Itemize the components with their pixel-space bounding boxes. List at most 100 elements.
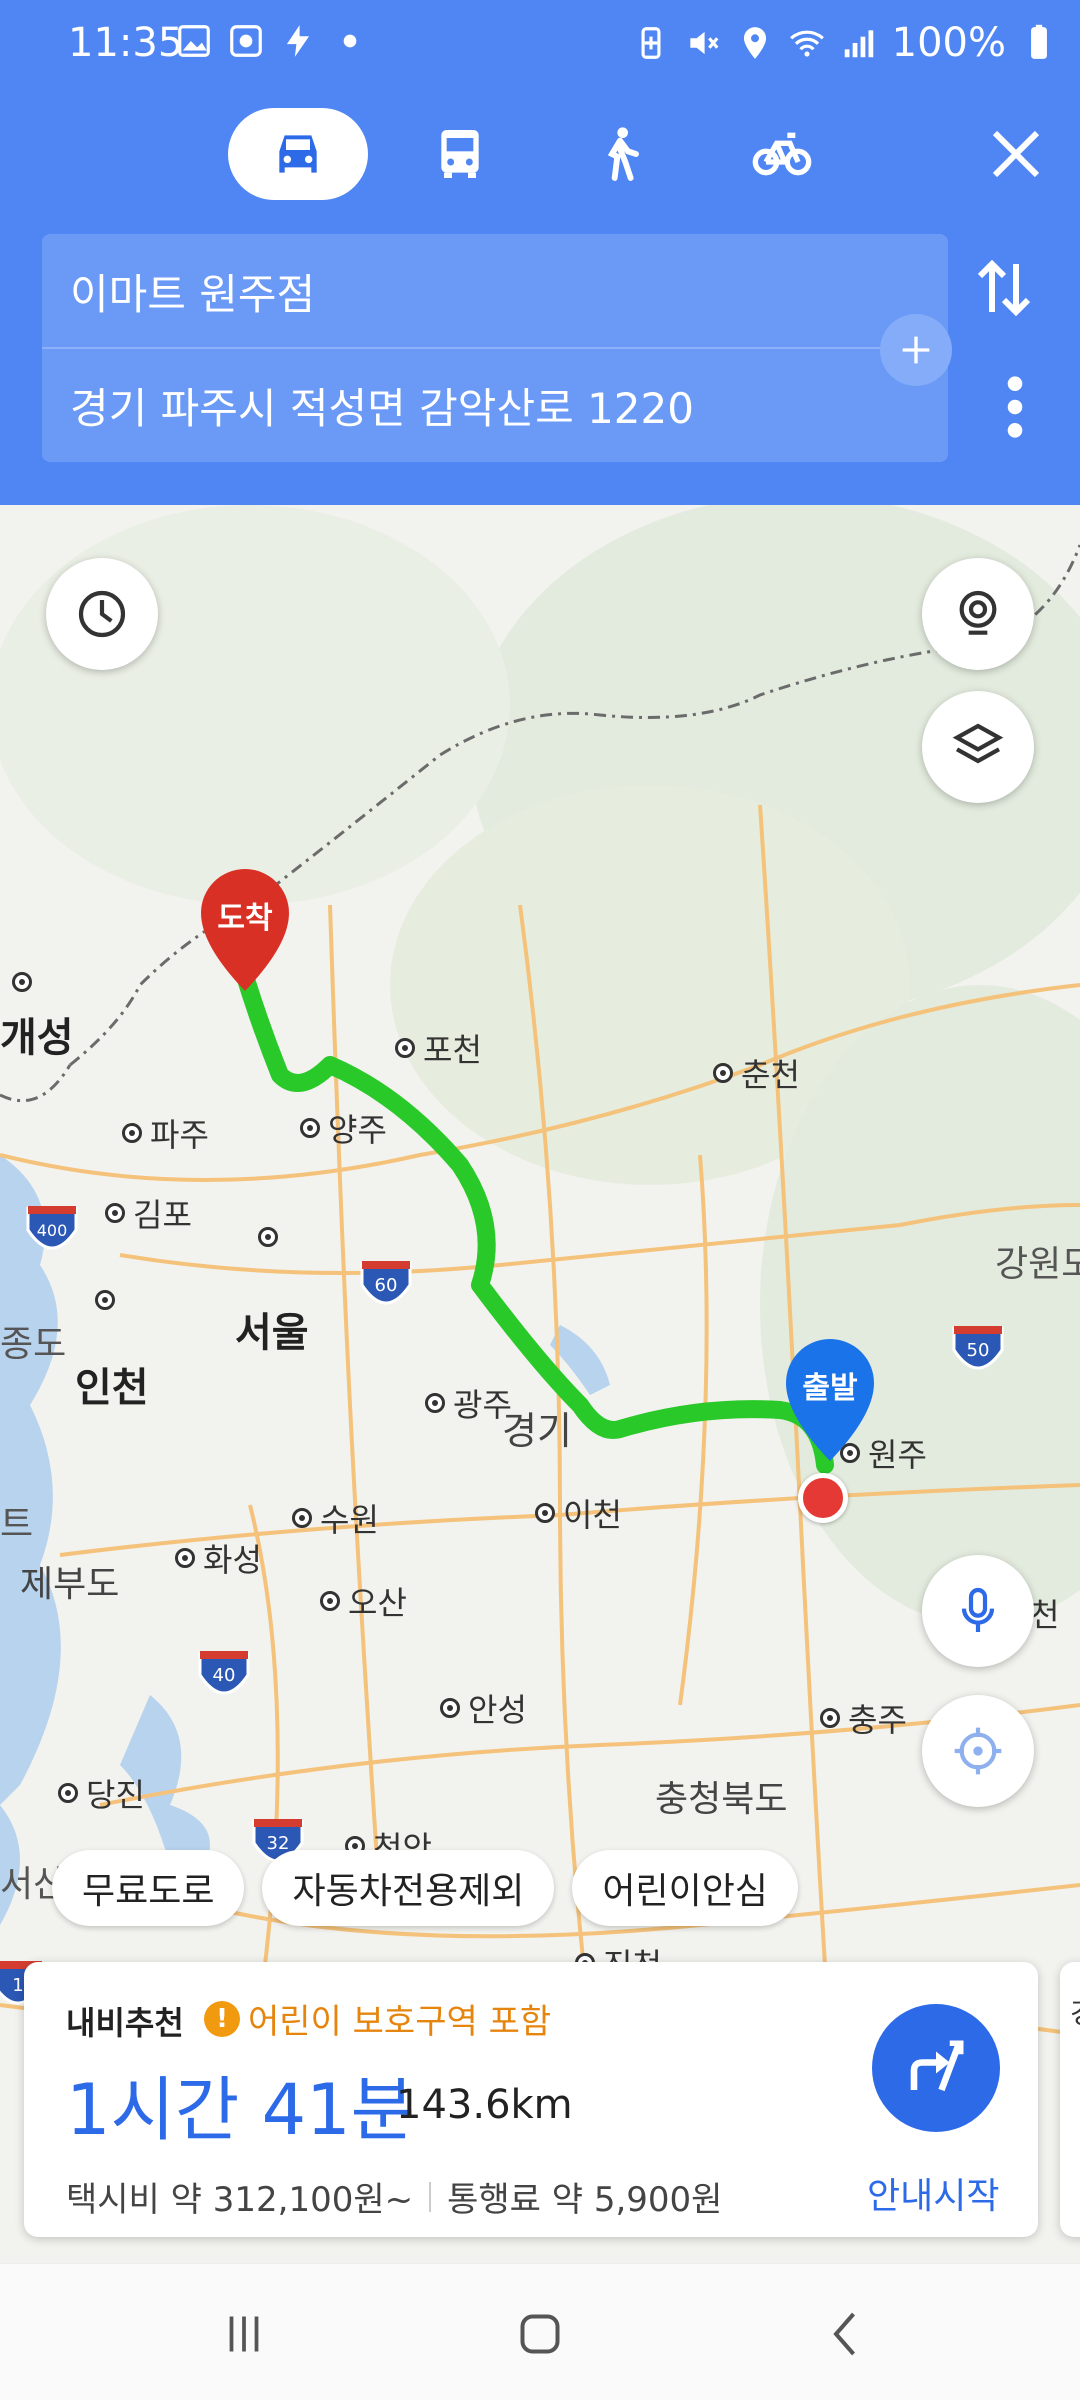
battery-saver-icon <box>641 27 661 59</box>
destination-text: 경기 파주시 적성면 감악산로 1220 <box>70 383 694 433</box>
warning-text: 어린이 보호구역 포함 <box>248 2002 552 2042</box>
route-distance: 143.6km <box>396 2082 573 2128</box>
layers-button[interactable] <box>922 691 1034 803</box>
mode-walk-button[interactable] <box>550 108 690 200</box>
bus-icon <box>441 130 479 178</box>
mode-car-button[interactable] <box>228 108 368 200</box>
place-anseong: 안성 <box>440 1685 527 1731</box>
wifi-icon <box>789 30 824 57</box>
voice-button[interactable] <box>922 1555 1034 1667</box>
place-suwon: 수원 <box>292 1495 379 1541</box>
place-seoul-dot <box>258 1227 278 1247</box>
place-gangwon: 강원도 <box>995 1244 1080 1285</box>
svg-text:400: 400 <box>37 1221 68 1240</box>
back-icon[interactable] <box>816 2304 876 2364</box>
clock-icon <box>78 590 126 638</box>
more-options-icon[interactable] <box>1000 372 1030 442</box>
chip-toll-free[interactable]: 무료도로 <box>52 1850 245 1926</box>
place-gwangju: 광주 <box>425 1380 512 1426</box>
svg-text:1: 1 <box>12 1975 23 1996</box>
locate-button[interactable] <box>922 1695 1034 1807</box>
place-jebudo: 제부도 <box>20 1564 120 1605</box>
recents-icon[interactable] <box>214 2304 274 2364</box>
place-edge-east: 트 <box>0 1504 34 1545</box>
place-dangjin: 당진 <box>58 1770 145 1816</box>
car-icon <box>279 135 317 173</box>
place-pocheon: 포천 <box>395 1025 482 1071</box>
start-navigation-label[interactable]: 안내시작 <box>867 2167 999 2219</box>
system-nav-bar <box>0 2263 1080 2400</box>
toll-fee: 통행료 약 5,900원 <box>447 2180 723 2220</box>
route-summary-card[interactable]: 내비추천 ! 어린이 보호구역 포함 1시간 41분 143.6km 택시비 약… <box>24 1962 1038 2237</box>
photo-icon <box>230 25 262 57</box>
chip-child-safe[interactable]: 어린이안심 <box>572 1850 798 1926</box>
end-pin-label: 도착 <box>217 901 273 936</box>
recent-button[interactable] <box>46 558 158 670</box>
destination-field[interactable]: 경기 파주시 적성면 감악산로 1220 <box>70 348 694 462</box>
highway-shield-60: 60 <box>360 1261 412 1305</box>
place-incheon-dot <box>95 1290 115 1310</box>
route-header: 11:35 100% 이마트 원주점 경기 파주시 적성면 감악산로 1220 <box>0 0 1080 505</box>
place-kaesong: 개성 <box>0 1015 74 1061</box>
route-option-chips: 무료도로 자동차전용제외 어린이안심 <box>52 1850 798 1926</box>
camera-icon <box>959 590 997 635</box>
bolt-icon <box>286 25 310 57</box>
svg-text:60: 60 <box>375 1275 398 1296</box>
start-pin-label: 출발 <box>802 1371 858 1406</box>
route-duration: 1시간 41분 <box>66 2069 416 2151</box>
svg-text:40: 40 <box>213 1665 236 1686</box>
origin-text: 이마트 원주점 <box>70 269 316 319</box>
status-left-icons <box>175 22 369 60</box>
mode-bus-button[interactable] <box>390 108 530 200</box>
layers-icon <box>952 723 1004 764</box>
close-icon[interactable] <box>980 118 1052 190</box>
place-jecheon: 천 <box>1030 1596 1060 1634</box>
place-gyeonggi: 경기 <box>502 1409 572 1453</box>
gallery-icon <box>178 25 210 57</box>
plus-icon <box>902 336 930 364</box>
current-location-dot <box>798 1473 848 1523</box>
add-stop-button[interactable] <box>880 314 952 386</box>
place-dot-kaesong <box>12 972 32 992</box>
navigation-turn-icon <box>910 2040 964 2092</box>
highway-shield-400: 400 <box>26 1206 78 1250</box>
highway-shield-40: 40 <box>198 1651 250 1695</box>
place-incheon: 인천 <box>75 1365 149 1411</box>
place-icheon: 이천 <box>535 1490 622 1536</box>
battery-percent: 100% <box>891 20 1006 66</box>
status-right: 100% <box>632 20 1058 66</box>
transport-modes <box>0 108 1080 200</box>
battery-icon <box>1031 24 1047 59</box>
home-icon[interactable] <box>510 2304 570 2364</box>
end-pin[interactable]: 도착 <box>195 865 295 995</box>
dot-icon <box>343 34 357 48</box>
signal-icon <box>844 30 873 58</box>
route-input-box: 이마트 원주점 경기 파주시 적성면 감악산로 1220 <box>42 234 952 462</box>
origin-field[interactable]: 이마트 원주점 <box>70 234 315 348</box>
crosshair-icon <box>954 1727 1002 1775</box>
place-yangju: 양주 <box>300 1105 387 1151</box>
status-time: 11:35 <box>68 20 184 66</box>
swap-icon[interactable] <box>968 252 1040 324</box>
taxi-fare: 택시비 약 312,100원~ <box>66 2180 414 2220</box>
place-chungbuk: 충청북도 <box>655 1779 788 1820</box>
place-jongdo: 종도 <box>0 1324 67 1365</box>
next-route-card[interactable]: 경 <box>1060 1962 1080 2237</box>
cctv-button[interactable] <box>922 558 1034 670</box>
place-chungju: 충주 <box>820 1695 907 1741</box>
fare-separator <box>429 2181 432 2212</box>
svg-text:50: 50 <box>967 1340 990 1361</box>
start-navigation-button[interactable] <box>872 2004 1000 2132</box>
mode-bike-button[interactable] <box>712 108 852 200</box>
place-hwaseong: 화성 <box>175 1535 262 1581</box>
status-bar: 11:35 100% <box>0 0 1080 90</box>
warning-badge: ! 어린이 보호구역 포함 <box>204 1994 551 2043</box>
start-pin[interactable]: 출발 <box>780 1335 880 1465</box>
bike-icon <box>752 132 812 176</box>
fare-info: 택시비 약 312,100원~ 통행료 약 5,900원 <box>66 2172 722 2221</box>
location-icon <box>743 27 766 59</box>
warning-icon: ! <box>204 2000 240 2037</box>
chip-exclude-expressway[interactable]: 자동차전용제외 <box>262 1850 555 1926</box>
place-gimpo: 김포 <box>105 1190 192 1236</box>
place-paju: 파주 <box>122 1110 209 1156</box>
